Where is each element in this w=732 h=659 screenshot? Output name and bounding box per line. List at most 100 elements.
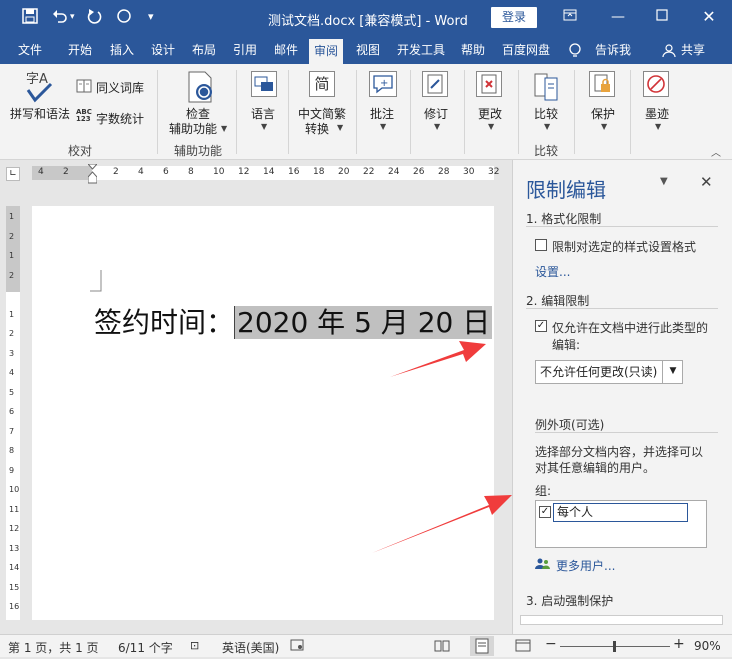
language-status[interactable]: 英语(美国) (222, 639, 279, 656)
chinese-conversion-icon[interactable]: 简 (309, 71, 335, 97)
zoom-slider-thumb[interactable] (613, 641, 616, 652)
groups-list[interactable]: ✓ 每个人 (535, 500, 707, 548)
document-page[interactable]: 签约时间： 2020 年 5 月 20 日 (32, 206, 494, 620)
editing-restriction-label1[interactable]: 仅允许在文档中进行此类型的 (552, 319, 708, 336)
more-users-link[interactable]: 更多用户... (556, 557, 615, 574)
maximize-icon[interactable] (650, 6, 674, 30)
signing-date-selected[interactable]: 2020 年 5 月 20 日 (234, 306, 493, 339)
pane-options-icon[interactable]: ▼ (660, 176, 668, 187)
page-count[interactable]: 第 1 页，共 1 页 (8, 639, 99, 656)
thesaurus-button[interactable]: 同义词库 (96, 79, 144, 96)
ruler-tick-label: 14 (263, 167, 275, 177)
changes-icon[interactable] (476, 71, 502, 97)
document-text-line[interactable]: 签约时间： 2020 年 5 月 20 日 (94, 301, 493, 341)
macro-icon[interactable] (290, 639, 304, 654)
comments-button[interactable]: 批注 (370, 105, 394, 122)
settings-link[interactable]: 设置... (535, 263, 570, 280)
everyone-group-item[interactable]: 每个人 (553, 503, 688, 522)
word-count-button[interactable]: 字数统计 (96, 110, 144, 127)
ribbon-display-icon[interactable] (558, 6, 582, 30)
save-icon[interactable] (22, 8, 38, 28)
language-button[interactable]: 语言 (251, 105, 275, 122)
language-icon[interactable] (251, 71, 277, 97)
word-count-status[interactable]: 6/11 个字 (118, 639, 173, 656)
undo-dropdown-icon[interactable]: ▾ (70, 12, 75, 22)
format-restriction-checkbox[interactable] (535, 239, 547, 251)
spelling-grammar-icon[interactable]: 字A (24, 70, 54, 107)
comment-icon[interactable]: + (369, 71, 397, 97)
ink-button[interactable]: 墨迹 (645, 105, 669, 122)
format-restriction-label[interactable]: 限制对选定的样式设置格式 (552, 238, 696, 255)
chevron-down-icon: ▼ (380, 122, 387, 131)
group-divider (574, 70, 575, 154)
minimize-icon[interactable]: — (606, 6, 630, 30)
vertical-ruler-tick-label: 7 (9, 426, 15, 436)
zoom-in-icon[interactable]: + (673, 636, 685, 652)
tracking-button[interactable]: 修订 (424, 105, 448, 122)
chevron-down-icon: ▼ (337, 123, 344, 132)
protect-button[interactable]: 保护 (591, 105, 615, 122)
vertical-ruler-tick-label: 8 (9, 446, 15, 455)
zoom-out-icon[interactable]: − (545, 636, 557, 652)
vertical-scrollbar[interactable] (494, 186, 510, 634)
print-layout-icon[interactable] (470, 636, 494, 656)
restrict-editing-pane: 限制编辑 ▼ ✕ 1. 格式化限制 限制对选定的样式设置格式 设置... 2. … (512, 160, 732, 634)
close-icon[interactable]: ✕ (700, 173, 713, 191)
tab-baidu-netdisk[interactable]: 百度网盘 (502, 36, 550, 64)
tab-developer[interactable]: 开发工具 (397, 36, 445, 64)
spelling-grammar-button[interactable]: 拼写和语法 (10, 105, 70, 122)
login-button[interactable]: 登录 (491, 7, 537, 28)
close-icon[interactable]: ✕ (697, 6, 721, 30)
collapse-ribbon-icon[interactable]: ︿ (711, 144, 721, 159)
tab-help[interactable]: 帮助 (461, 36, 485, 64)
tab-view[interactable]: 视图 (356, 36, 380, 64)
proofing-status-icon[interactable]: ⊡ (190, 639, 199, 652)
tab-references[interactable]: 引用 (233, 36, 257, 64)
ink-pen-icon[interactable] (643, 71, 669, 97)
svg-text:+: + (380, 78, 388, 89)
share-button[interactable]: 共享 (681, 36, 705, 64)
read-mode-icon[interactable] (434, 639, 450, 655)
tab-selector-icon[interactable]: ∟ (6, 167, 20, 181)
tab-mailings[interactable]: 邮件 (274, 36, 298, 64)
tab-review[interactable]: 审阅 (309, 39, 344, 64)
tab-insert[interactable]: 插入 (110, 36, 134, 64)
editing-type-select[interactable]: 不允许任何更改(只读) (535, 360, 683, 384)
indent-marker-icon[interactable] (86, 163, 99, 184)
vertical-ruler[interactable]: 1 2 1 2 1 2 3 4 5 6 7 8 9 10 11 12 13 14 15 16 (6, 206, 20, 620)
protect-lock-icon[interactable] (589, 71, 615, 97)
groups-label: 组: (535, 484, 552, 498)
tab-file[interactable]: 文件 (18, 36, 42, 64)
tell-me-search[interactable]: 告诉我 (595, 36, 631, 64)
ribbon: 字A 拼写和语法 同义词库 ABC 123 字数统计 校对 检查 辅助功能 ▼ 辅… (0, 64, 732, 160)
tab-layout[interactable]: 布局 (192, 36, 216, 64)
vertical-ruler-tick-label: 13 (9, 543, 20, 553)
editing-restriction-label2[interactable]: 编辑: (552, 336, 580, 353)
everyone-checkbox[interactable]: ✓ (539, 506, 551, 518)
circle-icon[interactable] (116, 8, 132, 28)
zoom-level[interactable]: 90% (694, 639, 721, 653)
undo-icon[interactable] (52, 8, 68, 28)
web-layout-icon[interactable] (515, 639, 531, 655)
compare-icon[interactable] (533, 72, 561, 105)
editing-restriction-checkbox[interactable]: ✓ (535, 320, 547, 332)
changes-button[interactable]: 更改 (478, 105, 502, 122)
signing-date-label[interactable]: 签约时间： (94, 306, 234, 339)
ruler-tick-label: 16 (288, 167, 300, 177)
chevron-down-icon: ▼ (655, 122, 662, 131)
pane-scrollbar[interactable] (520, 615, 723, 625)
tab-home[interactable]: 开始 (68, 36, 92, 64)
vertical-ruler-tick-label: 4 (9, 368, 15, 377)
redo-icon[interactable] (86, 8, 102, 28)
compare-button[interactable]: 比较 (534, 105, 558, 122)
chevron-down-icon[interactable]: ▼ (662, 360, 683, 384)
accessibility-check-label2[interactable]: 辅助功能 (169, 120, 217, 137)
horizontal-ruler[interactable]: 4 2 2 4 6 8 10 12 14 16 18 20 22 24 26 28 30 32 (32, 163, 499, 184)
customize-qat-icon[interactable]: ▾ (148, 10, 154, 23)
track-changes-icon[interactable] (422, 71, 448, 97)
vertical-ruler-tick-label: 12 (9, 524, 20, 533)
accessibility-check-icon[interactable] (186, 70, 216, 107)
tab-design[interactable]: 设计 (151, 36, 175, 64)
chinese-conversion-label2[interactable]: 转换 (305, 120, 329, 137)
section-start-enforcement: 3. 启动强制保护 (526, 594, 614, 608)
